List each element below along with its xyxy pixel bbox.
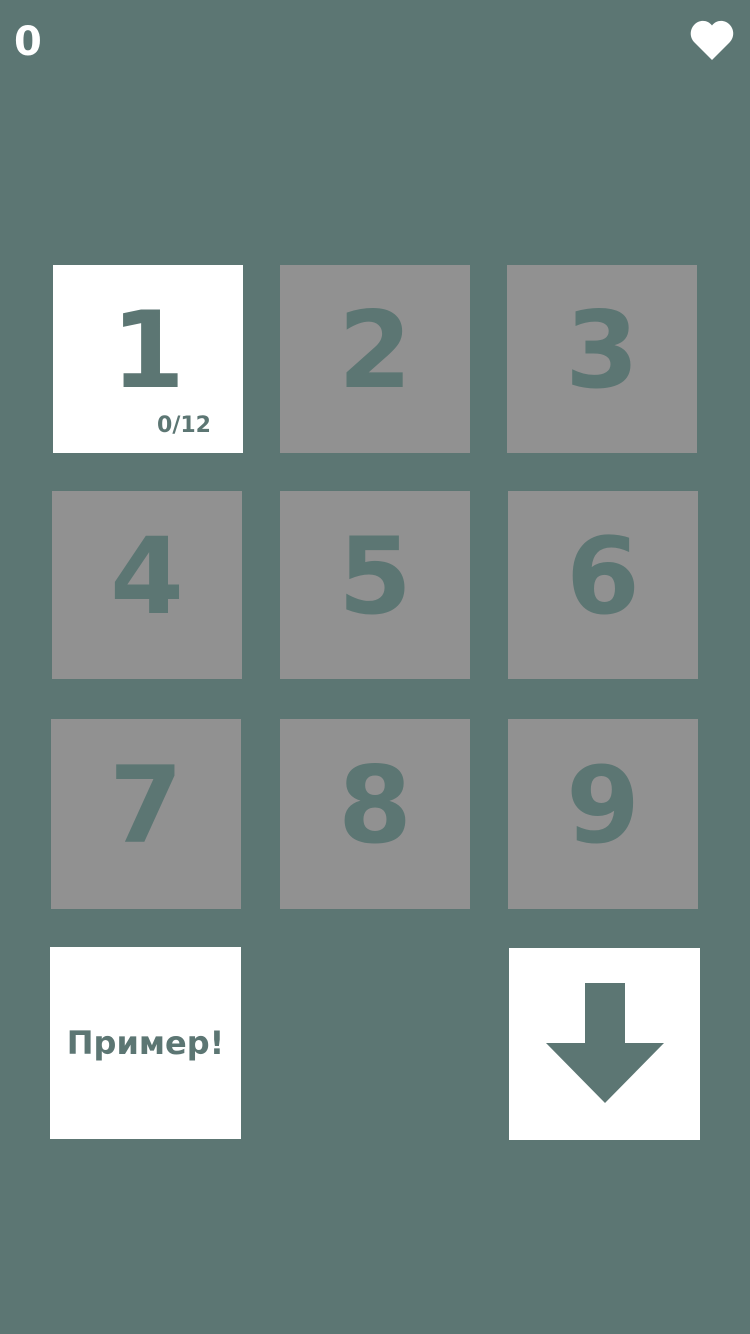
level-progress: 0/12 xyxy=(157,413,211,438)
arrow-down-icon xyxy=(545,983,664,1103)
level-tile-7[interactable]: 7 xyxy=(51,719,241,909)
level-number: 1 xyxy=(111,289,185,412)
level-tile-5[interactable]: 5 xyxy=(280,491,470,679)
heart-icon[interactable] xyxy=(688,16,736,64)
level-number: 7 xyxy=(109,744,183,867)
example-button[interactable]: Пример! xyxy=(50,947,241,1139)
level-tile-9[interactable]: 9 xyxy=(508,719,698,909)
level-tile-4[interactable]: 4 xyxy=(52,491,242,679)
level-number: 5 xyxy=(338,515,412,638)
level-tile-2[interactable]: 2 xyxy=(280,265,470,453)
level-tile-6[interactable]: 6 xyxy=(508,491,698,679)
example-button-label: Пример! xyxy=(66,1024,225,1062)
next-button[interactable] xyxy=(509,948,700,1140)
level-number: 3 xyxy=(565,289,639,412)
level-number: 8 xyxy=(338,744,412,867)
level-tile-8[interactable]: 8 xyxy=(280,719,470,909)
level-number: 6 xyxy=(566,515,640,638)
level-tile-3[interactable]: 3 xyxy=(507,265,697,453)
level-number: 9 xyxy=(566,744,640,867)
level-number: 2 xyxy=(338,289,412,412)
level-tile-1[interactable]: 1 0/12 xyxy=(53,265,243,453)
score-counter: 0 xyxy=(14,19,42,65)
level-number: 4 xyxy=(110,515,184,638)
